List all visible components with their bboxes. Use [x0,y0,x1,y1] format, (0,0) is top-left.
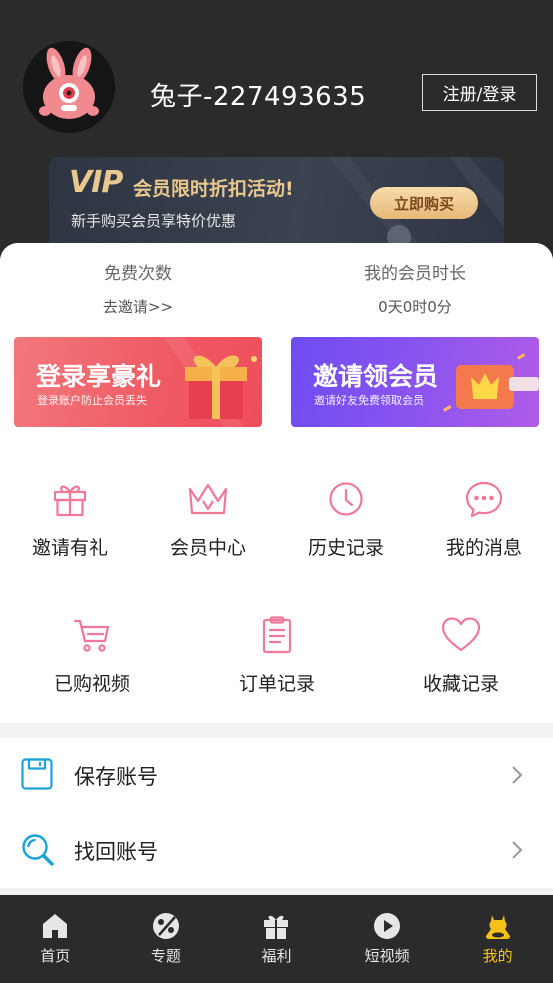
membership-duration-stat: 我的会员时长 0天0时0分 [277,259,553,317]
play-icon [374,913,401,939]
profile-card: 免费次数 去邀请>> 我的会员时长 0天0时0分 登录享豪礼 登录账户防止会员丢… [0,243,553,895]
account-list: 保存账号 找回账号 [0,738,553,888]
profile-header: 兔子-227493635 注册/登录 VIP 会员限时折扣活动! 新手购买会员享… [0,0,553,260]
membership-duration-value: 0天0时0分 [378,298,452,316]
cart-icon [73,619,110,652]
grid-item-order-records[interactable]: 订单记录 [217,615,337,696]
grid-item-label: 历史记录 [307,537,384,559]
grid-item-history[interactable]: 历史记录 [286,479,406,560]
vip-banner-title: 会员限时折扣活动! [133,178,294,200]
login-reward-title: 登录享豪礼 [36,362,162,391]
nav-item-home[interactable]: 首页 [0,895,111,983]
bottom-nav: 首页 专题 福利 短视频 我的 [0,895,553,983]
nav-label: 短视频 [364,947,410,965]
grid-item-label: 会员中心 [169,537,246,559]
free-times-stat[interactable]: 免费次数 去邀请>> [0,259,276,317]
grid-item-label: 邀请有礼 [31,537,108,559]
grid-item-label: 已购视频 [53,673,130,695]
invite-link[interactable]: 去邀请>> [0,296,276,317]
grid-item-purchased-videos[interactable]: 已购视频 [32,615,152,696]
grid-item-label: 收藏记录 [422,673,499,695]
vip-promo-banner[interactable]: VIP 会员限时折扣活动! 新手购买会员享特价优惠 立即购买 [49,157,504,257]
username: 兔子-227493635 [150,82,367,112]
register-login-button[interactable]: 注册/登录 [422,74,537,111]
nav-item-mine[interactable]: 我的 [442,895,553,983]
chevron-right-icon [512,766,523,784]
grid-item-messages[interactable]: 我的消息 [424,479,544,560]
clipboard-icon [262,616,292,654]
home-icon [43,914,68,938]
invite-vip-banner[interactable]: 邀请领会员 邀请好友免费领取会员 [291,337,539,427]
vip-banner-subtitle: 新手购买会员享特价优惠 [71,212,237,230]
grid-item-favorites[interactable]: 收藏记录 [401,615,521,696]
list-item-save-account[interactable]: 保存账号 [0,738,553,813]
magnifier-icon [22,834,54,866]
list-item-label: 找回账号 [74,839,158,864]
rabbit-avatar-icon [23,41,115,133]
nav-label: 我的 [482,947,513,965]
gift-icon [264,915,289,939]
membership-duration-title: 我的会员时长 [364,264,466,284]
invite-vip-title: 邀请领会员 [313,362,439,391]
chevron-right-icon [512,841,523,859]
nav-label: 专题 [150,947,181,965]
free-times-title: 免费次数 [104,264,172,284]
floppy-disk-icon [21,758,53,790]
list-item-recover-account[interactable]: 找回账号 [0,813,553,888]
gift-icon [53,485,87,517]
login-reward-subtitle: 登录账户防止会员丢失 [37,394,147,407]
buy-now-button[interactable]: 立即购买 [370,187,478,219]
nav-label: 福利 [261,947,292,965]
invite-vip-subtitle: 邀请好友免费领取会员 [314,394,424,407]
grid-item-label: 订单记录 [238,673,315,695]
nav-item-welfare[interactable]: 福利 [221,895,332,983]
nav-label: 首页 [40,947,71,965]
login-reward-banner[interactable]: 登录享豪礼 登录账户防止会员丢失 [14,337,262,427]
clock-icon [329,482,363,516]
user-icon [485,915,510,939]
message-icon [465,481,503,518]
card-top-section: 免费次数 去邀请>> 我的会员时长 0天0时0分 登录享豪礼 登录账户防止会员丢… [0,243,553,723]
nav-item-short-video[interactable]: 短视频 [332,895,443,983]
list-item-label: 保存账号 [74,764,158,789]
heart-icon [441,617,481,652]
avatar[interactable] [23,41,115,133]
vip-logo: VIP [69,165,123,200]
topic-icon [152,913,179,939]
nav-item-topics[interactable]: 专题 [111,895,222,983]
grid-item-member-center[interactable]: 会员中心 [148,479,268,560]
grid-item-invite-gift[interactable]: 邀请有礼 [10,479,130,560]
grid-item-label: 我的消息 [445,537,522,559]
crown-icon [188,483,228,515]
